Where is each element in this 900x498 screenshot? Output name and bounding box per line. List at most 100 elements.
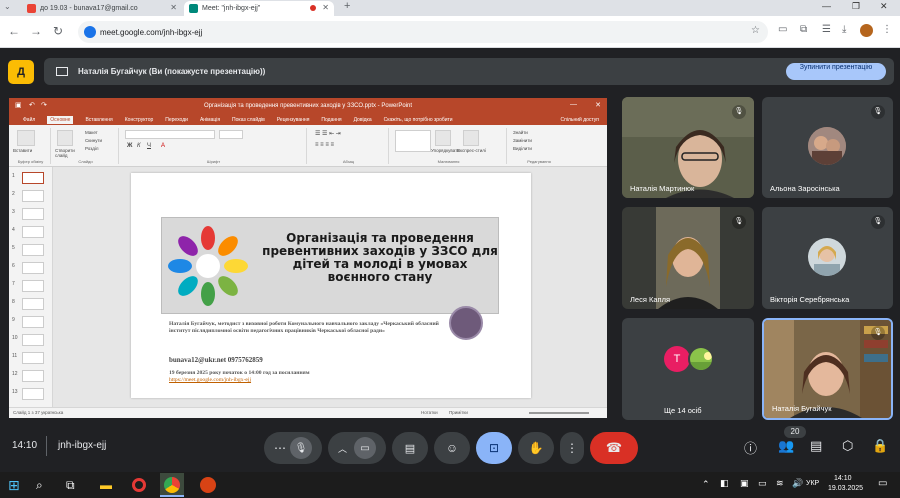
language-indicator[interactable]: УКР [806, 480, 819, 487]
windows-start-icon[interactable]: ⊞ [8, 477, 24, 493]
slide-thumb[interactable] [22, 190, 44, 202]
wifi-icon[interactable]: ≋ [776, 478, 784, 489]
arrange-icon[interactable] [435, 130, 451, 146]
opera-icon[interactable] [132, 478, 146, 492]
save-icon[interactable]: ▣ [15, 101, 22, 109]
avatar[interactable] [860, 24, 873, 37]
slide-thumb[interactable] [22, 316, 44, 328]
system-time[interactable]: 14:10 [834, 475, 852, 482]
slide-thumb[interactable] [22, 334, 44, 346]
select-button[interactable]: Виділити [513, 146, 532, 151]
extensions-icon[interactable]: ⧉ [800, 24, 807, 35]
notes-button[interactable]: Нотатки [421, 410, 438, 415]
back-icon[interactable]: ← [8, 24, 20, 38]
current-slide[interactable]: Організація та проведення превентивних з… [131, 173, 531, 398]
shapes-gallery[interactable] [395, 130, 431, 152]
tab-gmail[interactable]: до 19.03 - bunava17@gmail.co ✕ [22, 1, 182, 16]
tab-animations[interactable]: Анімація [200, 117, 220, 123]
participant-tile[interactable]: 🎙 Альона Заросінська [762, 97, 893, 198]
redo-icon[interactable]: ↷ [41, 101, 47, 109]
task-view-icon[interactable]: ⧉ [66, 477, 82, 493]
present-button[interactable]: ⊡ [476, 432, 512, 464]
camera-control[interactable]: ︿ ▭ [328, 432, 386, 464]
people-icon[interactable]: 👥 [778, 438, 794, 454]
reload-icon[interactable]: ↻ [53, 24, 63, 38]
font-size-field[interactable] [219, 130, 243, 139]
zoom-slider[interactable] [529, 412, 589, 414]
find-button[interactable]: Знайти [513, 130, 528, 135]
new-tab-button[interactable]: + [344, 0, 350, 12]
stop-presenting-button[interactable]: Зупинити презентацію [786, 63, 886, 80]
captions-button[interactable]: ▤ [392, 432, 428, 464]
mic-control[interactable]: ⋯ 🎙 [264, 432, 322, 464]
font-name-field[interactable] [125, 130, 215, 139]
close-icon[interactable]: ✕ [170, 3, 177, 12]
tray-expand-icon[interactable]: ⌃ [702, 479, 710, 490]
slide-thumb[interactable] [22, 370, 44, 382]
participant-tile[interactable]: 🎙 Наталія Мартинюк [622, 97, 754, 198]
comments-button[interactable]: Примітки [449, 410, 468, 415]
tab-insert[interactable]: Вставлення [85, 117, 112, 123]
chat-icon[interactable]: ▤ [810, 438, 822, 454]
participant-tile[interactable]: 🎙 Вікторія Серебрянська [762, 207, 893, 309]
bold-icon[interactable]: Ж [127, 143, 132, 149]
tell-me-field[interactable]: Скажіть, що потрібно зробити [384, 117, 453, 123]
replace-button[interactable]: Замінити [513, 138, 532, 143]
more-audio-icon[interactable]: ⋯ [274, 441, 286, 455]
slide-thumb[interactable] [22, 208, 44, 220]
url-field[interactable]: meet.google.com/jnh-ibgx-ejj ☆ [78, 21, 768, 43]
bullets-icon[interactable]: ☰ ☰ ⇤ ⇥ [315, 130, 341, 137]
tab-transitions[interactable]: Переходи [165, 117, 188, 123]
section-button[interactable]: Розділ [85, 146, 98, 151]
minimize-icon[interactable]: — [822, 1, 831, 11]
slide-thumb[interactable] [22, 352, 44, 364]
notifications-icon[interactable]: ▭ [878, 478, 887, 489]
slide-thumb[interactable] [22, 262, 44, 274]
forward-icon[interactable]: → [30, 24, 42, 38]
system-date[interactable]: 19.03.2025 [828, 485, 863, 492]
paste-icon[interactable] [17, 130, 35, 146]
undo-icon[interactable]: ↶ [29, 101, 35, 109]
tab-file[interactable]: Файл [23, 117, 35, 123]
self-tile[interactable]: 🎙 Наталія Бугайчук [762, 318, 893, 420]
tab-help[interactable]: Довідка [354, 117, 372, 123]
slide-thumb[interactable] [22, 388, 44, 400]
restore-icon[interactable]: ❐ [852, 1, 860, 12]
star-icon[interactable]: ☆ [751, 25, 760, 36]
more-participants-tile[interactable]: T Ще 14 осіб [622, 318, 754, 420]
download-icon[interactable]: ⤓ [842, 24, 846, 35]
chrome-active-slot[interactable] [160, 473, 184, 497]
tray-icon[interactable]: ▣ [740, 478, 749, 489]
close-icon[interactable]: ✕ [595, 101, 601, 109]
activities-icon[interactable]: ⬡ [842, 438, 853, 454]
underline-icon[interactable]: Ч [147, 143, 151, 149]
align-icon[interactable]: ≡ ≡ ≡ ≡ [315, 142, 334, 148]
italic-icon[interactable]: К [137, 143, 141, 149]
tray-icon[interactable]: ◧ [720, 478, 729, 489]
tab-meet[interactable]: Meet: "jnh-ibgx-ejj" ✕ [184, 1, 334, 16]
more-options-button[interactable]: ⋮ [560, 432, 584, 464]
powerpoint-icon[interactable] [200, 477, 216, 493]
slide-thumb[interactable] [22, 244, 44, 256]
tab-design[interactable]: Конструктор [125, 117, 154, 123]
slide-thumb[interactable] [22, 172, 44, 184]
minimize-icon[interactable]: — [570, 101, 577, 108]
tab-search-icon[interactable]: ⌄ [4, 2, 11, 11]
host-controls-icon[interactable]: 🔒 [872, 438, 888, 454]
site-info-icon[interactable] [84, 26, 96, 38]
new-slide-icon[interactable] [57, 130, 73, 146]
close-window-icon[interactable]: ✕ [880, 1, 888, 12]
raise-hand-button[interactable]: ✋ [518, 432, 554, 464]
reset-button[interactable]: Скинути [85, 138, 102, 143]
tab-home[interactable]: Основне [47, 115, 74, 124]
slide-thumb[interactable] [22, 226, 44, 238]
close-icon[interactable]: ✕ [322, 3, 329, 12]
participant-tile[interactable]: 🎙 Леся Капля [622, 207, 754, 309]
slide-thumb[interactable] [22, 280, 44, 292]
leave-call-button[interactable]: ☎ [590, 432, 638, 464]
microphone-icon[interactable]: 🎙 [290, 437, 312, 459]
tab-view[interactable]: Подання [321, 117, 341, 123]
layout-button[interactable]: Макет [85, 130, 98, 135]
cast-icon[interactable]: ▭ [778, 24, 787, 35]
battery-icon[interactable]: ▭ [758, 478, 767, 489]
